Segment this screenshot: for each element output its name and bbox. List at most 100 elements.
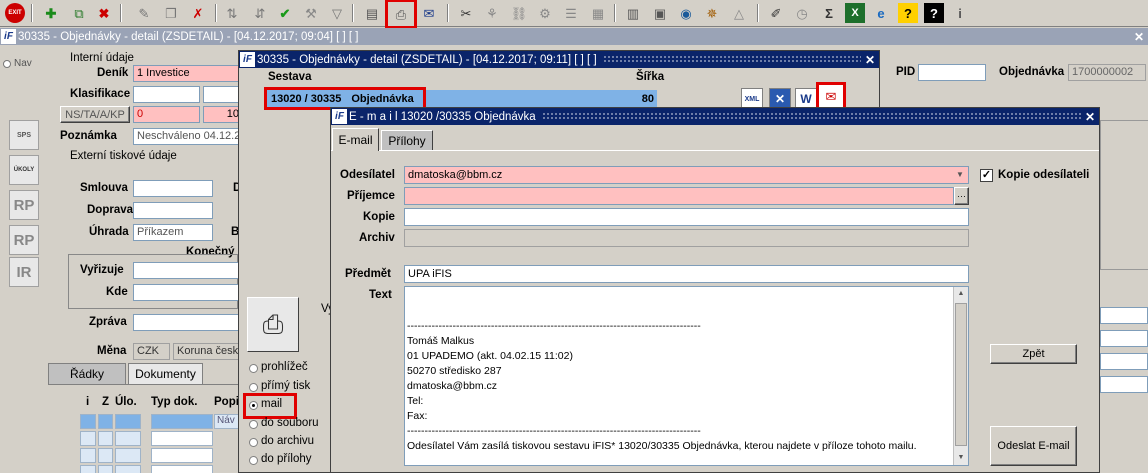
right-edge-field-2[interactable] xyxy=(1100,330,1148,347)
document-icon[interactable]: ▣ xyxy=(650,3,670,23)
grid-cell[interactable] xyxy=(115,431,141,446)
option-do-archivu[interactable]: do archivu xyxy=(261,435,314,447)
exit-button[interactable]: EXIT xyxy=(4,3,26,23)
doprava-field[interactable] xyxy=(133,202,213,219)
clock-icon[interactable]: ◷ xyxy=(792,3,812,23)
rp-icon[interactable]: RP xyxy=(9,190,39,220)
objednavka-field[interactable]: 1700000002 xyxy=(1068,64,1146,81)
right-edge-field-4[interactable] xyxy=(1100,376,1148,393)
send-email-button[interactable]: Odeslat E-mail xyxy=(990,426,1077,466)
odesilatel-field[interactable]: dmatoska@bbm.cz xyxy=(404,166,969,184)
tab-prilohy[interactable]: Přílohy xyxy=(381,130,433,151)
main-window-close-icon[interactable]: ✕ xyxy=(1130,30,1148,44)
link-icon[interactable]: ⛓ xyxy=(509,3,529,23)
option-prohlizec-radio[interactable] xyxy=(249,364,258,373)
grid-cell[interactable] xyxy=(80,431,96,446)
option-do-souboru-radio[interactable] xyxy=(249,420,258,429)
tools-icon[interactable]: ⚒ xyxy=(301,3,321,23)
kde-field[interactable] xyxy=(133,284,243,301)
print-icon[interactable]: ⎙ xyxy=(385,0,417,29)
option-do-prilohy-radio[interactable] xyxy=(249,456,258,465)
new-record-icon[interactable]: ✚ xyxy=(41,3,61,23)
ns-field-2[interactable]: 10 xyxy=(203,106,243,123)
print-window-close-icon[interactable]: ✕ xyxy=(861,53,879,67)
report-row-selected[interactable]: 13020 / 30335 Objednávka xyxy=(264,87,426,110)
scroll-up-icon[interactable]: ▲ xyxy=(954,287,968,301)
ns-ta-button[interactable]: NS/TA/A/KP xyxy=(60,106,130,123)
right-edge-field-3[interactable] xyxy=(1100,353,1148,370)
table-icon[interactable]: ▦ xyxy=(588,3,608,23)
confirm-icon[interactable]: ✔ xyxy=(275,3,295,23)
scroll-thumb[interactable] xyxy=(955,303,967,446)
predmet-field[interactable]: UPA iFIS xyxy=(404,265,969,283)
option-do-archivu-radio[interactable] xyxy=(249,438,258,447)
mail-icon[interactable]: ✉ xyxy=(419,3,439,23)
tab-dokumenty[interactable]: Dokumenty xyxy=(128,363,203,384)
info-icon[interactable]: i xyxy=(950,3,970,23)
option-primy-tisk[interactable]: přímý tisk xyxy=(261,380,310,392)
email-export-icon[interactable]: ✉ xyxy=(816,82,846,112)
body-textarea[interactable]: ----------------------------------------… xyxy=(404,286,969,466)
option-prohlizec[interactable]: prohlížeč xyxy=(261,361,308,373)
settings-icon[interactable]: ⚙ xyxy=(535,3,555,23)
sps-icon[interactable]: SPS xyxy=(9,120,39,150)
grid-cell[interactable] xyxy=(80,448,96,463)
excel-icon[interactable]: X xyxy=(845,3,865,23)
option-do-souboru[interactable]: do souboru xyxy=(261,417,319,429)
grid-cell[interactable] xyxy=(151,465,213,473)
printer-icon[interactable]: ⎙ xyxy=(247,297,299,352)
filter-icon[interactable]: ▽ xyxy=(327,3,347,23)
delete-record-icon[interactable]: ✖ xyxy=(94,3,114,23)
scroll-down-icon[interactable]: ▼ xyxy=(954,451,968,465)
grid-cell[interactable] xyxy=(80,465,96,473)
report-icon[interactable]: ▤ xyxy=(362,3,382,23)
rp-alt-icon[interactable]: RP xyxy=(9,225,39,255)
archiv-field[interactable] xyxy=(404,229,969,247)
tab-email[interactable]: E-mail xyxy=(332,128,379,151)
option-primy-tisk-radio[interactable] xyxy=(249,383,258,392)
ir-icon[interactable]: IR xyxy=(9,257,39,287)
vyrizuje-field[interactable] xyxy=(133,262,243,279)
klasifikace-field[interactable] xyxy=(133,86,200,103)
prijemce-field[interactable] xyxy=(404,187,954,205)
globe-icon[interactable]: ◉ xyxy=(676,3,696,23)
grid-cell[interactable] xyxy=(98,414,113,429)
sum-icon[interactable]: Σ xyxy=(819,3,839,23)
kopie-odesilateli-checkbox[interactable]: ✓ xyxy=(980,169,993,182)
grid-cell[interactable] xyxy=(115,448,141,463)
nav-button[interactable]: Nav xyxy=(3,58,32,69)
mena-field[interactable]: CZK xyxy=(133,343,170,360)
help-icon[interactable]: ? xyxy=(898,3,918,23)
browser-icon[interactable]: e xyxy=(871,3,891,23)
body-scrollbar[interactable]: ▲ ▼ xyxy=(953,287,968,465)
odesilatel-dropdown-icon[interactable]: ▼ xyxy=(956,170,964,179)
ns-field-1[interactable]: 0 xyxy=(133,106,200,123)
cut-icon[interactable]: ✂ xyxy=(456,3,476,23)
right-edge-field-1[interactable] xyxy=(1100,307,1148,324)
edit-icon[interactable]: ✎ xyxy=(134,3,154,23)
tab-radky[interactable]: Řádky xyxy=(48,363,126,384)
triangle-icon[interactable]: △ xyxy=(729,3,749,23)
context-help-icon[interactable]: ? xyxy=(924,3,944,23)
tree-icon[interactable]: ⚘ xyxy=(482,3,502,23)
grid-cell[interactable] xyxy=(151,448,213,463)
prijemce-lookup-button[interactable]: ··· xyxy=(954,187,969,205)
grid-cell[interactable] xyxy=(115,465,141,473)
list-icon[interactable]: ☰ xyxy=(561,3,581,23)
smlouva-field[interactable] xyxy=(133,180,213,197)
grid-cell[interactable] xyxy=(151,431,213,446)
option-do-prilohy[interactable]: do přílohy xyxy=(261,453,312,465)
grid-cell[interactable] xyxy=(98,448,113,463)
uhrada-field[interactable]: Příkazem xyxy=(133,224,213,241)
grid-cell[interactable] xyxy=(98,465,113,473)
grid-cell[interactable] xyxy=(151,414,213,429)
copy-record-icon[interactable]: ⧉ xyxy=(69,3,89,23)
option-mail[interactable]: mail xyxy=(261,398,282,410)
pid-field[interactable] xyxy=(918,64,986,81)
grid-cell[interactable] xyxy=(80,414,96,429)
sort-desc-icon[interactable]: ⇵ xyxy=(250,3,270,23)
calculator-icon[interactable]: ▥ xyxy=(623,3,643,23)
grid-cell[interactable] xyxy=(115,414,141,429)
option-mail-radio[interactable] xyxy=(249,401,258,410)
zpet-button[interactable]: Zpět xyxy=(990,344,1077,364)
